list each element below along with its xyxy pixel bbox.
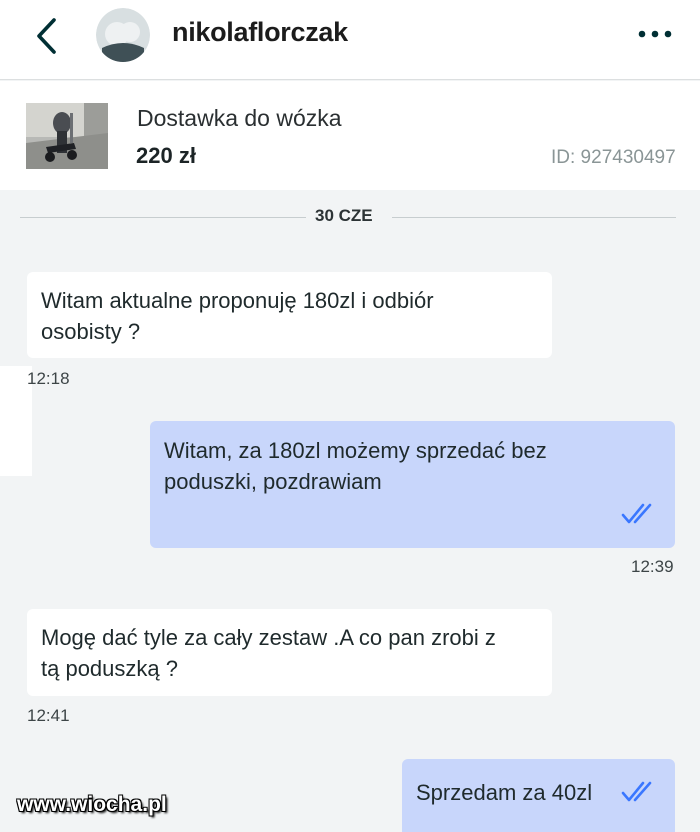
divider: [392, 217, 676, 218]
read-ticks-icon: [621, 781, 652, 802]
message-bubble-outgoing[interactable]: Witam, za 180zl możemy sprzedać bez podu…: [150, 421, 675, 548]
listing-summary[interactable]: Dostawka do wózka 220 zł ID: 927430497: [0, 81, 700, 190]
avatar[interactable]: [96, 8, 150, 62]
message-time: 12:18: [27, 369, 70, 388]
message-text-line: Witam, za 180zl możemy sprzedać bez: [164, 438, 547, 463]
listing-title: Dostawka do wózka: [137, 105, 342, 131]
contact-name[interactable]: nikolaflorczak: [172, 17, 348, 48]
message-text-line: osobisty ?: [41, 319, 141, 344]
message-text-line: Witam aktualne proponuję 180zl i odbiór: [41, 288, 434, 313]
watermark: www.wiocha.pl: [17, 793, 167, 816]
divider: [20, 217, 306, 218]
read-ticks-icon: [621, 503, 652, 524]
message-text-line: tą poduszką ?: [41, 656, 178, 681]
chat-header: nikolaflorczak: [0, 0, 700, 80]
date-label: 30 CZE: [315, 206, 373, 225]
message-time: 12:39: [631, 557, 674, 576]
listing-id: ID: 927430497: [551, 147, 676, 168]
listing-thumbnail[interactable]: [26, 103, 108, 169]
chevron-left-icon[interactable]: [30, 14, 70, 58]
more-horizontal-icon[interactable]: [636, 24, 676, 44]
message-text-line: Mogę dać tyle za cały zestaw .A co pan z…: [41, 625, 496, 650]
message-bubble-outgoing[interactable]: Sprzedam za 40zl: [402, 759, 675, 832]
message-bubble-incoming[interactable]: Witam aktualne proponuję 180zl i odbiór …: [27, 272, 552, 358]
message-text-line: poduszki, pozdrawiam: [164, 469, 382, 494]
message-bubble-incoming[interactable]: Mogę dać tyle za cały zestaw .A co pan z…: [27, 609, 552, 696]
message-time: 12:41: [27, 706, 70, 725]
listing-price: 220 zł: [136, 143, 196, 168]
date-separator: 30 CZE: [20, 203, 676, 231]
